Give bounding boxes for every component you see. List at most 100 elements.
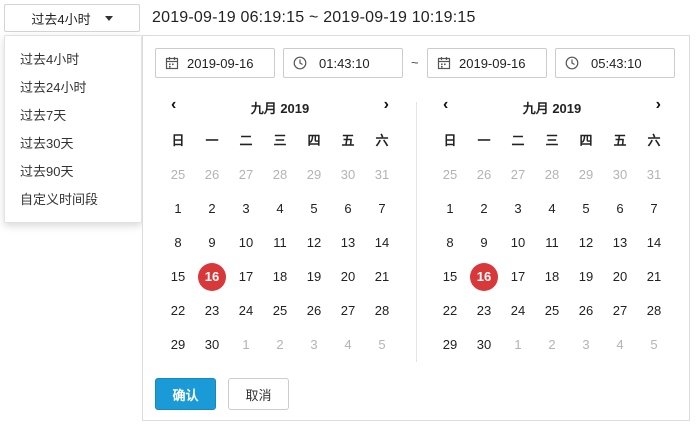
calendar-day[interactable]: 28: [535, 158, 569, 192]
cancel-button[interactable]: 取消: [228, 378, 289, 410]
calendar-day[interactable]: 31: [365, 158, 399, 192]
calendar-day[interactable]: 12: [569, 226, 603, 260]
dropdown-option-24h[interactable]: 过去24小时: [5, 74, 141, 102]
calendar-day[interactable]: 26: [297, 294, 331, 328]
calendar-day[interactable]: 5: [569, 192, 603, 226]
calendar-day[interactable]: 25: [433, 158, 467, 192]
calendar-day[interactable]: 6: [331, 192, 365, 226]
calendar-day[interactable]: 24: [501, 294, 535, 328]
dropdown-option-90d[interactable]: 过去90天: [5, 158, 141, 186]
calendar-day[interactable]: 23: [195, 294, 229, 328]
calendar-day[interactable]: 14: [637, 226, 671, 260]
range-select[interactable]: 过去4小时: [4, 4, 140, 32]
calendar-day[interactable]: 9: [467, 226, 501, 260]
calendar-day[interactable]: 18: [535, 260, 569, 294]
calendar-day[interactable]: 4: [263, 192, 297, 226]
calendar-day[interactable]: 20: [603, 260, 637, 294]
calendar-day[interactable]: 14: [365, 226, 399, 260]
dropdown-option-7d[interactable]: 过去7天: [5, 102, 141, 130]
calendar-day[interactable]: 23: [467, 294, 501, 328]
calendar-day[interactable]: 22: [161, 294, 195, 328]
calendar-day[interactable]: 25: [263, 294, 297, 328]
next-month-button[interactable]: ›: [384, 96, 389, 114]
calendar-day[interactable]: 13: [603, 226, 637, 260]
calendar-day[interactable]: 9: [195, 226, 229, 260]
calendar-day[interactable]: 21: [637, 260, 671, 294]
dropdown-option-30d[interactable]: 过去30天: [5, 130, 141, 158]
calendar-day[interactable]: 25: [535, 294, 569, 328]
calendar-day[interactable]: 2: [195, 192, 229, 226]
calendar-day[interactable]: 28: [637, 294, 671, 328]
calendar-day[interactable]: 8: [433, 226, 467, 260]
dropdown-option-custom[interactable]: 自定义时间段: [5, 186, 141, 214]
dropdown-option-4h[interactable]: 过去4小时: [5, 46, 141, 74]
calendar-day[interactable]: 29: [161, 328, 195, 362]
calendar-day[interactable]: 1: [161, 192, 195, 226]
calendar-day[interactable]: 26: [195, 158, 229, 192]
calendar-day[interactable]: 20: [331, 260, 365, 294]
calendar-day[interactable]: 31: [637, 158, 671, 192]
calendar-day[interactable]: 30: [603, 158, 637, 192]
calendar-day[interactable]: 5: [365, 328, 399, 362]
calendar-day[interactable]: 27: [229, 158, 263, 192]
calendar-day[interactable]: 26: [467, 158, 501, 192]
calendar-day[interactable]: 7: [637, 192, 671, 226]
calendar-day[interactable]: 22: [433, 294, 467, 328]
calendar-day[interactable]: 5: [297, 192, 331, 226]
calendar-day[interactable]: 29: [569, 158, 603, 192]
calendar-day[interactable]: 15: [433, 260, 467, 294]
calendar-day[interactable]: 8: [161, 226, 195, 260]
calendar-day[interactable]: 19: [569, 260, 603, 294]
calendar-day[interactable]: 28: [365, 294, 399, 328]
calendar-day[interactable]: 13: [331, 226, 365, 260]
calendar-day[interactable]: 3: [501, 192, 535, 226]
calendar-day[interactable]: 2: [535, 328, 569, 362]
calendar-day[interactable]: 19: [297, 260, 331, 294]
calendar-day[interactable]: 10: [501, 226, 535, 260]
calendar-day[interactable]: 4: [331, 328, 365, 362]
calendar-day[interactable]: 10: [229, 226, 263, 260]
calendar-day[interactable]: 11: [263, 226, 297, 260]
calendar-day[interactable]: 3: [229, 192, 263, 226]
calendar-day[interactable]: 11: [535, 226, 569, 260]
calendar-day[interactable]: 18: [263, 260, 297, 294]
calendar-day[interactable]: 27: [331, 294, 365, 328]
calendar-day[interactable]: 7: [365, 192, 399, 226]
calendar-day[interactable]: 17: [501, 260, 535, 294]
calendar-day[interactable]: 30: [195, 328, 229, 362]
calendar-day[interactable]: 17: [229, 260, 263, 294]
calendar-day[interactable]: 5: [637, 328, 671, 362]
calendar-day[interactable]: 3: [297, 328, 331, 362]
calendar-day[interactable]: 27: [603, 294, 637, 328]
calendar-day[interactable]: 30: [331, 158, 365, 192]
calendar-day[interactable]: 25: [161, 158, 195, 192]
calendar-day-label: 28: [374, 303, 390, 318]
calendar-day[interactable]: 12: [297, 226, 331, 260]
calendar-day[interactable]: 1: [433, 192, 467, 226]
calendar-day[interactable]: 1: [229, 328, 263, 362]
next-month-button[interactable]: ›: [656, 96, 661, 114]
calendar-day[interactable]: 4: [603, 328, 637, 362]
calendar-day[interactable]: 16: [467, 260, 501, 294]
calendar-day[interactable]: 26: [569, 294, 603, 328]
calendar-day[interactable]: 4: [535, 192, 569, 226]
start-time-field[interactable]: 01:43:10: [283, 48, 403, 78]
calendar-day[interactable]: 24: [229, 294, 263, 328]
calendar-day[interactable]: 6: [603, 192, 637, 226]
end-date-field[interactable]: 2019-09-16: [427, 48, 547, 78]
calendar-day[interactable]: 30: [467, 328, 501, 362]
calendar-day[interactable]: 27: [501, 158, 535, 192]
calendar-day[interactable]: 29: [433, 328, 467, 362]
calendar-day[interactable]: 29: [297, 158, 331, 192]
end-time-field[interactable]: 05:43:10: [555, 48, 675, 78]
start-date-field[interactable]: 2019-09-16: [155, 48, 275, 78]
calendar-day[interactable]: 1: [501, 328, 535, 362]
calendar-day[interactable]: 2: [263, 328, 297, 362]
confirm-button[interactable]: 确认: [155, 378, 216, 410]
calendar-day[interactable]: 2: [467, 192, 501, 226]
calendar-day[interactable]: 28: [263, 158, 297, 192]
calendar-day[interactable]: 16: [195, 260, 229, 294]
calendar-day[interactable]: 3: [569, 328, 603, 362]
calendar-day[interactable]: 21: [365, 260, 399, 294]
calendar-day[interactable]: 15: [161, 260, 195, 294]
